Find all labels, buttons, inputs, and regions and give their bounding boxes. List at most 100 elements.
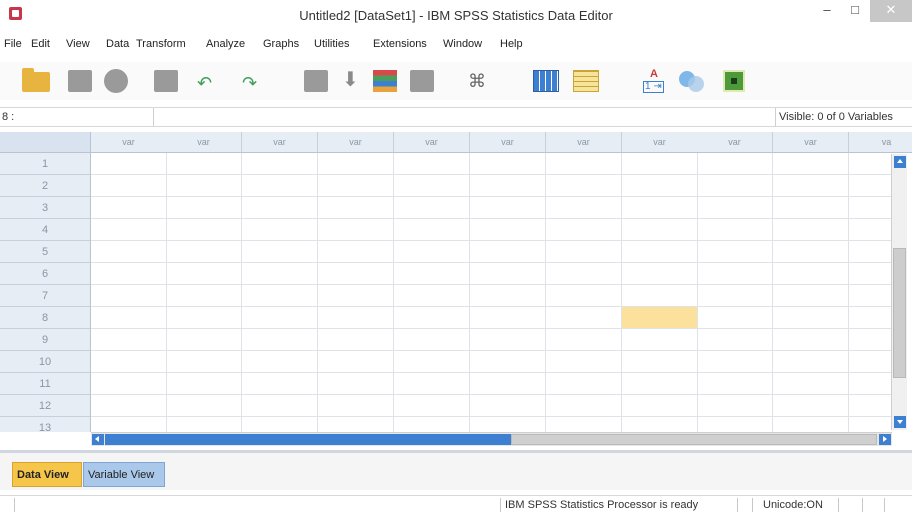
select-cases-icon[interactable] xyxy=(676,66,708,96)
scroll-down-arrow-icon[interactable] xyxy=(894,416,906,428)
row-header[interactable]: 10 xyxy=(0,351,91,373)
row-header[interactable]: 11 xyxy=(0,373,91,395)
row-header[interactable]: 13 xyxy=(0,417,91,432)
row-header[interactable]: 6 xyxy=(0,263,91,285)
row-gridline xyxy=(91,262,891,263)
redo-icon[interactable]: ↷ xyxy=(240,66,272,96)
status-divider xyxy=(884,498,885,512)
column-header[interactable]: var xyxy=(394,132,470,153)
data-grid[interactable]: var var var var var var var var var var va 1 2 3 4 5 6 7 8… xyxy=(0,132,912,432)
menu-edit[interactable]: Edit xyxy=(31,38,50,50)
selected-cell[interactable] xyxy=(622,307,697,328)
menu-file[interactable]: File xyxy=(4,38,22,50)
status-divider xyxy=(737,498,738,512)
maximize-button[interactable]: □ xyxy=(842,0,868,22)
row-header[interactable]: 5 xyxy=(0,241,91,263)
vertical-scroll-thumb[interactable] xyxy=(893,248,906,378)
row-header[interactable]: 12 xyxy=(0,395,91,417)
goto-variable-icon[interactable]: ⬇ xyxy=(336,66,368,96)
scroll-up-arrow-icon[interactable] xyxy=(894,156,906,168)
column-gridline xyxy=(621,153,622,432)
column-header[interactable]: va xyxy=(849,132,912,153)
tab-variable-view[interactable]: Variable View xyxy=(83,462,165,487)
status-divider xyxy=(752,498,753,512)
menu-graphs[interactable]: Graphs xyxy=(263,38,299,50)
tab-data-view[interactable]: Data View xyxy=(12,462,82,487)
menu-window[interactable]: Window xyxy=(443,38,482,50)
vertical-scrollbar[interactable] xyxy=(891,154,907,430)
row-gridline xyxy=(91,218,891,219)
status-divider xyxy=(14,498,15,512)
column-gridline xyxy=(166,153,167,432)
row-header[interactable]: 9 xyxy=(0,329,91,351)
cell-editor-bar: 8 : Visible: 0 of 0 Variables xyxy=(0,107,912,127)
column-gridline xyxy=(241,153,242,432)
visible-variables-label: Visible: 0 of 0 Variables xyxy=(775,108,912,126)
column-header[interactable]: var xyxy=(91,132,167,153)
minimize-button[interactable]: – xyxy=(814,0,840,22)
column-header[interactable]: var xyxy=(242,132,318,153)
status-divider xyxy=(862,498,863,512)
menu-utilities[interactable]: Utilities xyxy=(314,38,349,50)
menu-bar: File Edit View Data Transform Analyze Gr… xyxy=(0,38,912,56)
row-header[interactable]: 3 xyxy=(0,197,91,219)
open-icon[interactable] xyxy=(20,66,52,96)
row-gridline xyxy=(91,328,891,329)
unicode-status: Unicode:ON xyxy=(763,499,823,511)
horizontal-scrollbar[interactable] xyxy=(91,432,892,446)
row-header[interactable]: 8 xyxy=(0,307,91,329)
grid-corner[interactable] xyxy=(0,132,91,153)
row-header[interactable]: 4 xyxy=(0,219,91,241)
menu-help[interactable]: Help xyxy=(500,38,523,50)
cell-reference: 8 : xyxy=(2,111,15,123)
row-header[interactable]: 7 xyxy=(0,285,91,307)
column-header[interactable]: var xyxy=(546,132,622,153)
row-gridline xyxy=(91,372,891,373)
title-bar: Untitled2 [DataSet1] - IBM SPSS Statisti… xyxy=(0,0,912,28)
spss-data-editor-window: Untitled2 [DataSet1] - IBM SPSS Statisti… xyxy=(0,0,912,513)
scroll-left-arrow-icon[interactable] xyxy=(92,434,104,445)
goto-case-icon[interactable] xyxy=(300,66,332,96)
menu-extensions[interactable]: Extensions xyxy=(373,38,427,50)
close-button[interactable]: ✕ xyxy=(870,0,912,22)
dialog-recall-icon[interactable] xyxy=(150,66,182,96)
row-gridline xyxy=(91,306,891,307)
processor-status: IBM SPSS Statistics Processor is ready xyxy=(505,499,699,511)
scroll-right-arrow-icon[interactable] xyxy=(879,434,891,445)
menu-data[interactable]: Data xyxy=(106,38,129,50)
row-gridline xyxy=(91,416,891,417)
menu-analyze[interactable]: Analyze xyxy=(206,38,245,50)
horizontal-scroll-track[interactable] xyxy=(105,434,511,445)
column-gridline xyxy=(469,153,470,432)
column-header[interactable]: var xyxy=(318,132,394,153)
row-gridline xyxy=(91,284,891,285)
row-header[interactable]: 1 xyxy=(0,153,91,175)
column-header[interactable]: var xyxy=(470,132,546,153)
horizontal-scroll-thumb[interactable] xyxy=(511,434,877,445)
column-header[interactable]: var xyxy=(697,132,773,153)
undo-icon[interactable]: ↶ xyxy=(195,66,227,96)
row-header[interactable]: 2 xyxy=(0,175,91,197)
variables-icon[interactable] xyxy=(370,66,402,96)
column-gridline xyxy=(393,153,394,432)
menu-transform[interactable]: Transform xyxy=(136,38,186,50)
cell-reference-box[interactable]: 8 : xyxy=(0,108,154,126)
insert-variable-icon[interactable] xyxy=(570,66,602,96)
split-file-icon[interactable]: A1 ⇥ xyxy=(638,66,670,96)
column-header[interactable]: var xyxy=(622,132,698,153)
value-labels-icon[interactable] xyxy=(718,66,750,96)
toolbar: ↶ ↷ ⬇ ⌘ A1 ⇥ xyxy=(0,62,912,100)
run-descriptives-icon[interactable] xyxy=(406,66,438,96)
print-icon[interactable] xyxy=(100,66,132,96)
column-header[interactable]: var xyxy=(166,132,242,153)
status-divider xyxy=(838,498,839,512)
view-tabs: Data View Variable View xyxy=(0,450,912,490)
row-gridline xyxy=(91,394,891,395)
find-icon[interactable]: ⌘ xyxy=(464,66,496,96)
insert-cases-icon[interactable] xyxy=(530,66,562,96)
column-header[interactable]: var xyxy=(773,132,849,153)
menu-view[interactable]: View xyxy=(66,38,90,50)
save-icon[interactable] xyxy=(64,66,96,96)
window-title: Untitled2 [DataSet1] - IBM SPSS Statisti… xyxy=(299,8,613,23)
row-gridline xyxy=(91,350,891,351)
